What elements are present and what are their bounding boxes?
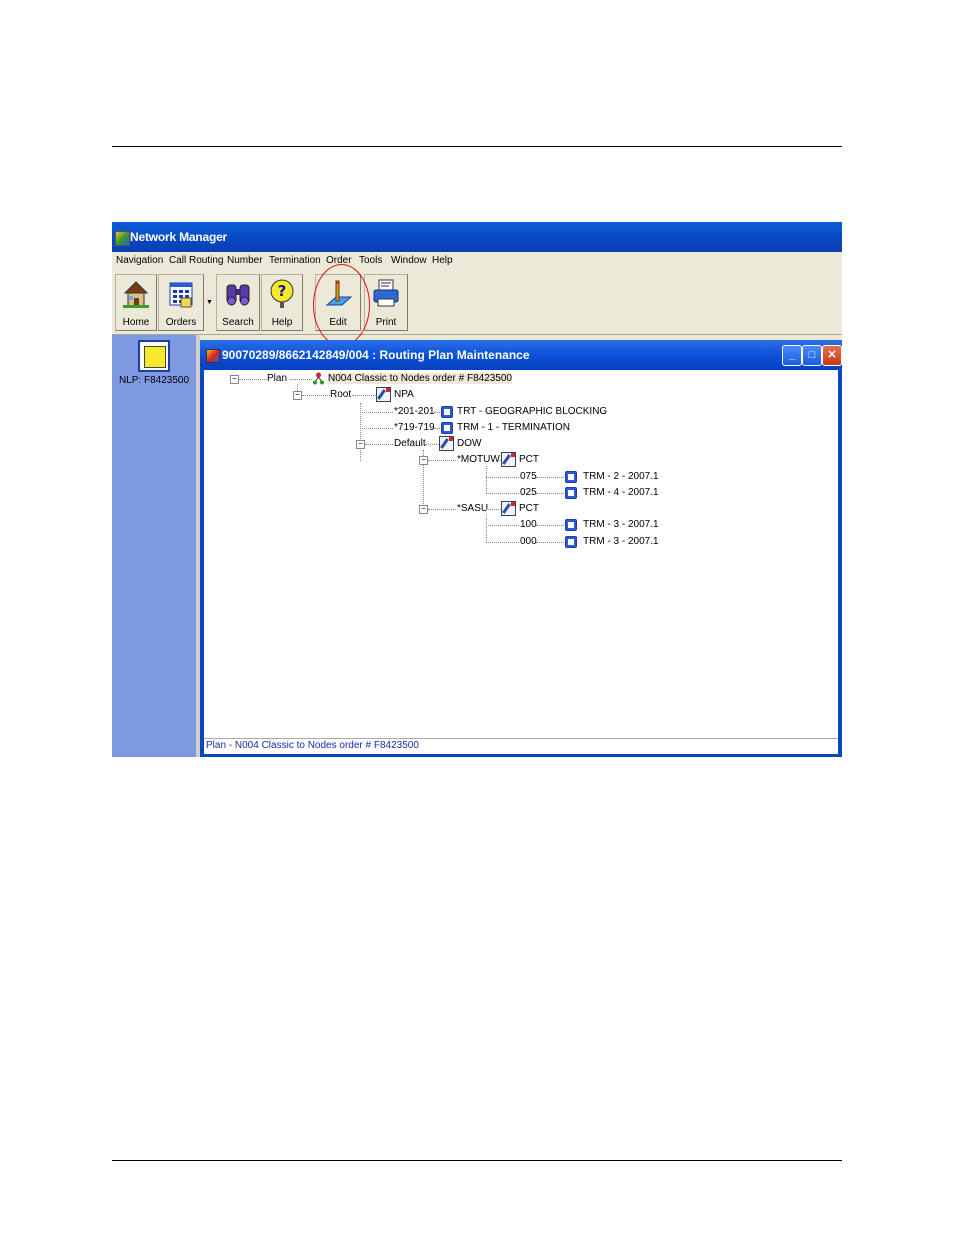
- collapse-default-icon[interactable]: −: [356, 440, 365, 449]
- app-title: Network Manager: [130, 230, 228, 244]
- trm3b-terminal-icon: [565, 536, 577, 548]
- dow-edit-icon: [439, 436, 454, 451]
- tree-node-sasu[interactable]: *SASU: [457, 503, 488, 514]
- tree-node-npa[interactable]: NPA: [394, 389, 414, 400]
- tree-node-719[interactable]: *719-719: [394, 422, 435, 433]
- child-window-title: 90070289/8662142849/004 : Routing Plan M…: [222, 348, 530, 362]
- tree-node-pct2[interactable]: PCT: [519, 503, 539, 514]
- maximize-button[interactable]: □: [802, 345, 822, 366]
- bottom-rule: [112, 1160, 842, 1161]
- status-bar: Plan - N004 Classic to Nodes order # F84…: [204, 738, 838, 754]
- trm3a-terminal-icon: [565, 519, 577, 531]
- collapse-root-icon[interactable]: −: [293, 391, 302, 400]
- pct2-edit-icon: [501, 501, 516, 516]
- binoculars-icon: [226, 284, 250, 306]
- edit-highlight-circle: [313, 264, 370, 346]
- collapse-motuw-icon[interactable]: −: [419, 456, 428, 465]
- menu-bar: Navigation Call Routing Number Terminati…: [112, 252, 842, 271]
- tree-node-trm3b[interactable]: TRM - 3 - 2007.1: [583, 536, 659, 547]
- nlp-icon[interactable]: [138, 340, 170, 372]
- trt-terminal-icon: [441, 406, 453, 418]
- print-button[interactable]: Print: [364, 274, 408, 331]
- orders-label: Orders: [165, 317, 197, 328]
- help-label: Help: [271, 317, 293, 328]
- tree-node-dow[interactable]: DOW: [457, 438, 481, 449]
- menu-number[interactable]: Number: [227, 255, 263, 266]
- tree-node-trt[interactable]: TRT - GEOGRAPHIC BLOCKING: [457, 406, 607, 417]
- collapse-sasu-icon[interactable]: −: [419, 505, 428, 514]
- app-icon: [115, 231, 130, 246]
- svg-text:?: ?: [278, 282, 287, 300]
- navigation-panel: NLP: F8423500: [112, 335, 196, 757]
- home-label: Home: [122, 317, 150, 328]
- menu-help[interactable]: Help: [432, 255, 453, 266]
- toolbar: Home Orders ▼ Search ? Help Edit Print: [112, 264, 842, 346]
- minimize-button[interactable]: _: [782, 345, 802, 366]
- orders-icon: [169, 282, 193, 308]
- search-button[interactable]: Search: [216, 274, 260, 331]
- printer-icon: [373, 279, 399, 307]
- status-text: Plan - N004 Classic to Nodes order # F84…: [206, 740, 419, 751]
- collapse-plan-icon[interactable]: −: [230, 375, 239, 384]
- menu-termination[interactable]: Termination: [269, 255, 321, 266]
- trm2-terminal-icon: [565, 471, 577, 483]
- menu-window[interactable]: Window: [391, 255, 427, 266]
- tree-node-trm4[interactable]: TRM - 4 - 2007.1: [583, 487, 659, 498]
- top-rule: [112, 146, 842, 147]
- menu-call-routing[interactable]: Call Routing: [169, 255, 223, 266]
- network-manager-window: Network Manager Navigation Call Routing …: [112, 222, 842, 757]
- trm1-terminal-icon: [441, 422, 453, 434]
- menu-tools[interactable]: Tools: [359, 255, 382, 266]
- menu-navigation[interactable]: Navigation: [116, 255, 163, 266]
- npa-edit-icon: [376, 387, 391, 402]
- orders-dropdown-icon[interactable]: ▼: [206, 299, 213, 306]
- help-button[interactable]: ? Help: [261, 274, 303, 331]
- tree-node-motuw[interactable]: *MOTUW: [457, 454, 500, 465]
- tree-node-pct1[interactable]: PCT: [519, 454, 539, 465]
- tree-node-201[interactable]: *201-201: [394, 406, 435, 417]
- child-title-bar[interactable]: 90070289/8662142849/004 : Routing Plan M…: [200, 340, 842, 370]
- pct1-edit-icon: [501, 452, 516, 467]
- tree-node-000[interactable]: 000: [520, 536, 537, 547]
- search-label: Search: [222, 317, 254, 328]
- question-icon: ?: [270, 279, 294, 308]
- tree-node-100[interactable]: 100: [520, 519, 537, 530]
- child-window-icon: [206, 349, 220, 363]
- tree-node-default[interactable]: Default: [394, 438, 426, 449]
- tree-node-075[interactable]: 075: [520, 471, 537, 482]
- routing-tree: − Plan N004 Classic to Nodes order # F84…: [204, 370, 838, 738]
- tree-node-root[interactable]: Root: [330, 389, 351, 400]
- house-icon: [123, 281, 149, 308]
- close-button[interactable]: ✕: [822, 345, 842, 366]
- home-button[interactable]: Home: [115, 274, 157, 331]
- tree-node-trm2[interactable]: TRM - 2 - 2007.1: [583, 471, 659, 482]
- nlp-label[interactable]: NLP: F8423500: [112, 375, 196, 386]
- orders-button[interactable]: Orders: [158, 274, 204, 331]
- tree-node-plan[interactable]: Plan: [267, 373, 287, 384]
- tree-node-plan-detail[interactable]: N004 Classic to Nodes order # F8423500: [328, 373, 512, 384]
- tree-node-trm1[interactable]: TRM - 1 - TERMINATION: [457, 422, 570, 433]
- app-title-bar[interactable]: Network Manager: [112, 222, 842, 252]
- plan-node-icon: [313, 372, 324, 385]
- tree-node-trm3a[interactable]: TRM - 3 - 2007.1: [583, 519, 659, 530]
- print-label: Print: [375, 317, 397, 328]
- trm4-terminal-icon: [565, 487, 577, 499]
- tree-node-025[interactable]: 025: [520, 487, 537, 498]
- routing-plan-window: 90070289/8662142849/004 : Routing Plan M…: [200, 340, 842, 757]
